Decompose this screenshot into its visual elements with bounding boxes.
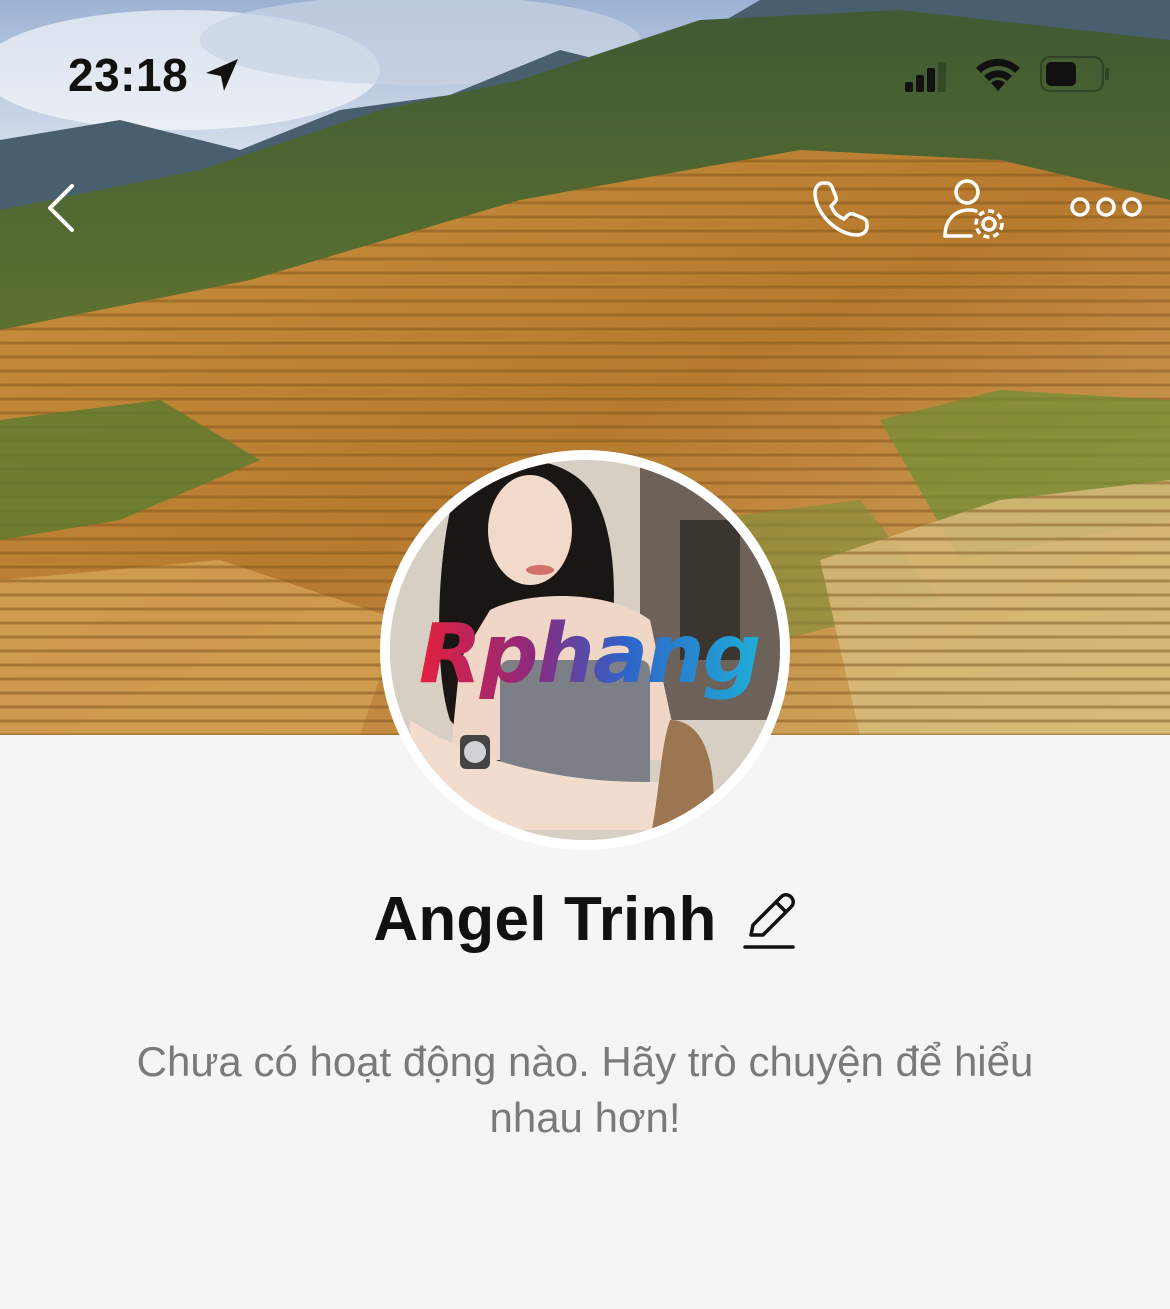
battery-icon bbox=[1040, 56, 1109, 92]
back-chevron-icon bbox=[48, 184, 74, 232]
status-time: 23:18 bbox=[68, 49, 189, 101]
avatar[interactable]: Rphang bbox=[380, 450, 790, 850]
more-options-button[interactable] bbox=[1066, 184, 1146, 230]
more-dots-icon bbox=[1070, 197, 1142, 217]
back-button[interactable] bbox=[30, 178, 90, 238]
profile-screen: 23:18 Rphang Angel Trinh Chưa có hoạt độ… bbox=[0, 0, 1170, 1309]
call-button[interactable] bbox=[806, 174, 876, 244]
user-settings-icon bbox=[943, 179, 1004, 239]
location-arrow-icon bbox=[206, 59, 238, 91]
wifi-icon bbox=[976, 58, 1020, 91]
avatar-watermark: Rphang bbox=[414, 610, 764, 700]
phone-icon bbox=[813, 181, 869, 237]
profile-name-row: Angel Trinh bbox=[0, 884, 1170, 955]
avatar-photo: Rphang bbox=[390, 460, 780, 840]
empty-activity-message: Chưa có hoạt động nào. Hãy trò chuyện để… bbox=[136, 1038, 1034, 1141]
pencil-icon[interactable] bbox=[741, 887, 797, 953]
cellular-signal-icon bbox=[905, 62, 946, 92]
user-settings-button[interactable] bbox=[938, 174, 1010, 244]
profile-name: Angel Trinh bbox=[373, 885, 717, 954]
